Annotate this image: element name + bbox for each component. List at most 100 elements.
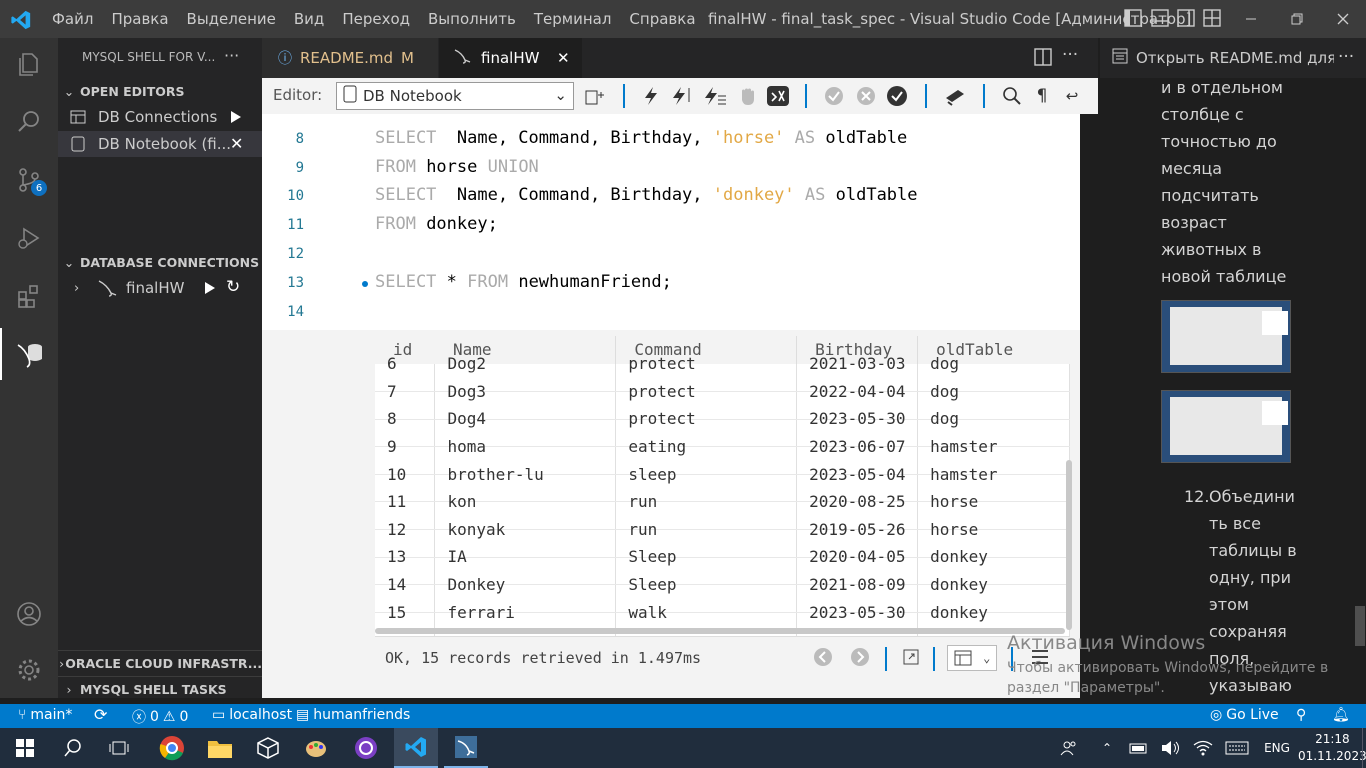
auto-commit-icon[interactable] xyxy=(765,84,791,108)
mysql-shell-tasks-section[interactable]: › MYSQL SHELL TASKS xyxy=(58,676,262,702)
extensions-icon[interactable] xyxy=(0,270,58,322)
table-cell[interactable]: protect xyxy=(615,377,798,406)
view-mode-select[interactable]: ⌄ xyxy=(947,645,997,671)
table-cell[interactable]: 2021-08-09 xyxy=(796,570,919,599)
host-status[interactable]: ▭ localhost xyxy=(212,707,292,723)
table-cell[interactable]: protect xyxy=(615,350,798,379)
table-cell[interactable]: 10 xyxy=(375,460,436,489)
results-vertical-scrollbar[interactable] xyxy=(1066,460,1072,630)
table-row[interactable]: 7 Dog3 protect 2022-04-04 dog xyxy=(375,377,1070,406)
people-icon[interactable] xyxy=(1058,728,1080,768)
menu-run[interactable]: Выполнить xyxy=(428,10,525,28)
menu-view[interactable]: Вид xyxy=(294,10,333,28)
table-cell[interactable]: kon xyxy=(434,487,617,517)
table-cell[interactable]: walk xyxy=(615,598,798,627)
table-cell[interactable]: 8 xyxy=(375,405,436,434)
table-row[interactable]: 8 Dog4 protect 2023-05-30 dog xyxy=(375,405,1070,434)
split-editor-icon[interactable] xyxy=(1034,48,1052,70)
tab-open-readme-preview[interactable]: Открыть README.md для ··· xyxy=(1100,38,1366,78)
menu-file[interactable]: Файл xyxy=(52,10,102,28)
table-cell[interactable]: Dog2 xyxy=(434,350,617,379)
tab-finalhw[interactable]: finalHW ✕ xyxy=(439,38,582,78)
connection-finalhw[interactable]: › finalHW ↻ xyxy=(58,275,262,301)
problems-status[interactable]: ⓧ 0 ⚠ 0 xyxy=(132,707,188,727)
table-cell[interactable]: 11 xyxy=(375,487,436,517)
table-row[interactable]: 13 IA Sleep 2020-04-05 donkey xyxy=(375,543,1070,572)
table-cell[interactable]: 6 xyxy=(375,350,436,379)
play-icon[interactable] xyxy=(230,110,242,128)
table-cell[interactable]: 7 xyxy=(375,377,436,406)
notifications-bell-icon[interactable]: 🔔︎ xyxy=(1332,707,1350,723)
table-cell[interactable]: run xyxy=(615,487,798,517)
execute-explain-icon[interactable] xyxy=(702,84,728,108)
table-cell[interactable]: dog xyxy=(917,377,1070,406)
table-cell[interactable]: dog xyxy=(917,350,1070,379)
format-brush-icon[interactable] xyxy=(942,84,968,108)
github-desktop-icon[interactable] xyxy=(348,728,384,768)
toggle-panel-icon[interactable] xyxy=(1151,9,1169,31)
minimize-icon[interactable] xyxy=(1228,0,1274,38)
more-actions-icon[interactable]: ··· xyxy=(224,46,239,65)
table-cell[interactable]: 2020-04-05 xyxy=(796,543,919,572)
table-row[interactable]: 11 kon run 2020-08-25 horse xyxy=(375,487,1070,517)
file-explorer-icon[interactable] xyxy=(202,728,238,768)
table-cell[interactable]: konyak xyxy=(434,515,617,544)
table-cell[interactable]: homa xyxy=(434,432,617,461)
explorer-icon[interactable] xyxy=(0,38,58,90)
table-cell[interactable]: 9 xyxy=(375,432,436,461)
customize-layout-icon[interactable] xyxy=(1203,9,1221,31)
account-icon[interactable] xyxy=(0,588,58,640)
word-wrap-icon[interactable]: ↩ xyxy=(1062,84,1082,108)
show-whitespace-icon[interactable]: ¶ xyxy=(1032,84,1052,108)
table-cell[interactable]: IA xyxy=(434,543,617,572)
tab-readme[interactable]: ⓘ README.md M xyxy=(262,38,438,78)
table-cell[interactable]: 2023-06-07 xyxy=(796,432,919,461)
chrome-icon[interactable] xyxy=(154,728,190,768)
table-cell[interactable]: 2022-04-04 xyxy=(796,377,919,406)
stop-icon[interactable] xyxy=(736,84,760,108)
open-editor-db-notebook[interactable]: DB Notebook (fi... ✕ xyxy=(58,131,262,157)
more-actions-icon[interactable]: ··· xyxy=(1062,45,1078,65)
code-editor[interactable]: 7 FROM hamster UNION 8 SELECT Name, Command… xyxy=(262,114,1080,330)
menu-terminal[interactable]: Терминал xyxy=(534,10,621,28)
table-cell[interactable]: 2020-08-25 xyxy=(796,487,919,517)
open-editors-section[interactable]: ⌄ OPEN EDITORS xyxy=(58,78,262,104)
table-cell[interactable]: 13 xyxy=(375,543,436,572)
table-row[interactable]: 10 brother-lu sleep 2023-05-04 hamster xyxy=(375,460,1070,489)
table-cell[interactable]: run xyxy=(615,515,798,544)
table-row[interactable]: 12 konyak run 2019-05-26 horse xyxy=(375,515,1070,544)
next-page-icon[interactable] xyxy=(850,647,870,671)
database-connections-section[interactable]: ⌄ DATABASE CONNECTIONS xyxy=(58,249,262,275)
table-cell[interactable]: protect xyxy=(615,405,798,434)
table-row[interactable]: 15 ferrari walk 2023-05-30 donkey xyxy=(375,598,1070,627)
show-desktop-button[interactable] xyxy=(1362,728,1366,768)
mysql-workbench-icon[interactable] xyxy=(444,728,488,768)
table-cell[interactable]: 15 xyxy=(375,598,436,627)
3d-app-icon[interactable] xyxy=(250,728,286,768)
table-cell[interactable]: Dog4 xyxy=(434,405,617,434)
menu-selection[interactable]: Выделение xyxy=(187,10,285,28)
volume-icon[interactable] xyxy=(1160,728,1182,768)
run-debug-icon[interactable] xyxy=(0,212,58,264)
table-cell[interactable]: Dog3 xyxy=(434,377,617,406)
execute-icon[interactable] xyxy=(640,84,662,108)
table-cell[interactable]: donkey xyxy=(917,570,1070,599)
source-control-icon[interactable] xyxy=(0,154,58,206)
preview-scrollbar[interactable] xyxy=(1355,606,1365,646)
paint-icon[interactable] xyxy=(298,728,334,768)
mysql-shell-icon[interactable] xyxy=(0,328,58,380)
table-row[interactable]: 14 Donkey Sleep 2021-08-09 donkey xyxy=(375,570,1070,599)
sync-icon[interactable]: ⟳ xyxy=(94,705,107,724)
table-row[interactable]: 6 Dog2 protect 2021-03-03 dog xyxy=(375,350,1070,379)
table-cell[interactable]: Sleep xyxy=(615,570,798,599)
accounts-icon[interactable]: ⚲ xyxy=(1296,707,1306,723)
table-cell[interactable]: hamster xyxy=(917,460,1070,489)
table-cell[interactable]: 2021-03-03 xyxy=(796,350,919,379)
table-cell[interactable]: Donkey xyxy=(434,570,617,599)
restore-icon[interactable] xyxy=(1274,0,1320,38)
menu-go[interactable]: Переход xyxy=(342,10,419,28)
table-cell[interactable]: horse xyxy=(917,487,1070,517)
close-tab-icon[interactable]: ✕ xyxy=(557,49,570,67)
input-language[interactable]: ENG xyxy=(1262,728,1292,768)
windows-start-icon[interactable] xyxy=(12,728,38,768)
